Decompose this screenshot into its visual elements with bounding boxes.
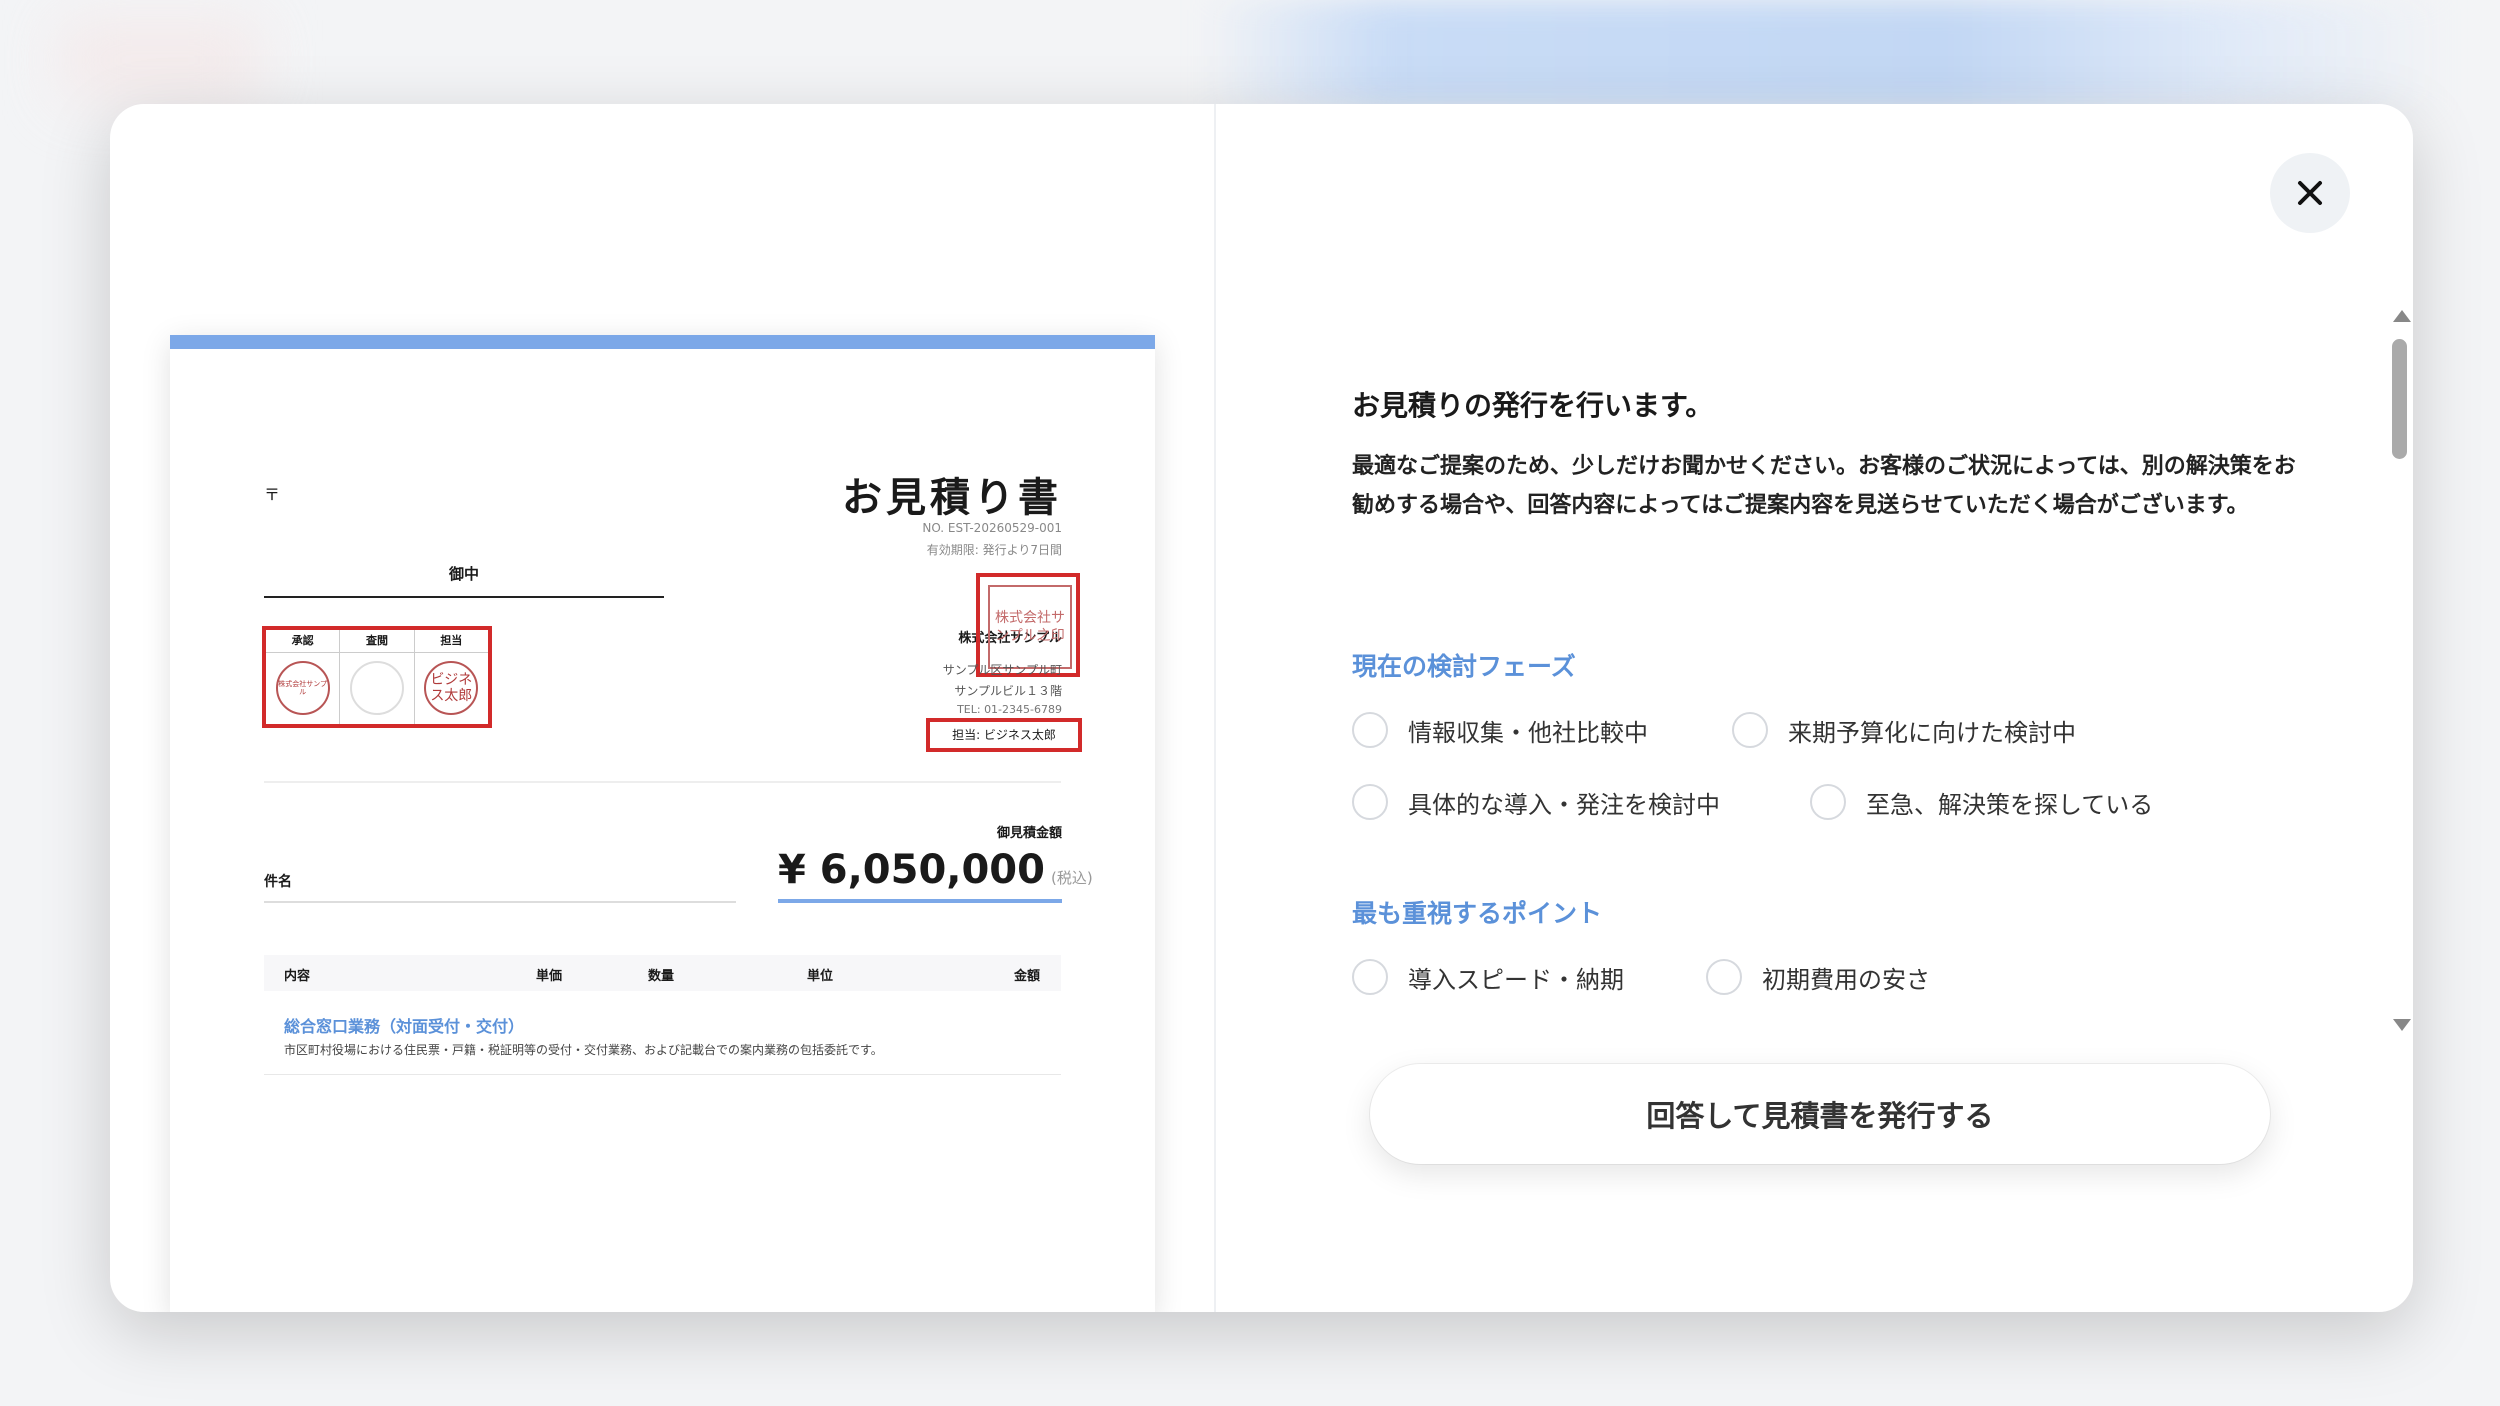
option-label: 情報収集・他社比較中 [1408,718,1648,747]
table-row-divider [264,1074,1061,1075]
charge-seal: ビジネス太郎 [424,661,479,715]
company-tel: TEL: 01-2345-6789 [957,703,1062,716]
approval-column: 承認 株式会社サンプル [266,630,341,724]
section-title-priority: 最も重視するポイント [1352,899,1603,928]
scroll-down-arrow[interactable] [2393,1019,2411,1031]
scrollbar-thumb[interactable] [2392,339,2407,459]
radio-button[interactable] [1706,959,1742,995]
scroll-up-arrow[interactable] [2393,310,2411,322]
amount-value: ¥ 6,050,000 [778,847,1045,893]
submit-button[interactable]: 回答して見積書を発行する [1370,1064,2270,1164]
subject-field: 件名 [264,871,736,903]
item-description: 市区町村役場における住民票・戸籍・税証明等の受付・交付業務、および記載台での案内… [284,1043,883,1057]
person-in-charge: 担当: ビジネス太郎 [926,718,1082,752]
option-label: 初期費用の安さ [1762,965,1930,994]
option-budgeting[interactable]: 来期予算化に向けた検討中 [1732,712,2076,748]
form-intro: 最適なご提案のため、少しだけお聞かせください。お客様のご状況によっては、別の解決… [1352,454,2296,518]
radio-button[interactable] [1732,712,1768,748]
amount-tax-note: (税込) [1050,869,1093,887]
close-button[interactable] [2270,153,2350,233]
radio-button[interactable] [1352,784,1388,820]
approval-stamp-table: 承認 株式会社サンプル 査閲 担当 ビジネス太郎 [262,626,492,728]
column-header-unit-price: 単価 [536,969,563,984]
approval-seal: 株式会社サンプル [275,661,330,715]
company-address-1: サンプル区サンプル町 [942,663,1062,677]
estimate-preview: 〒 お見積り書 NO. EST-20260529-001 有効期限: 発行より7… [170,335,1155,1312]
radio-button[interactable] [1352,712,1388,748]
company-seal: 株式会社サンプル之印 [988,585,1072,669]
column-header-quantity: 数量 [648,969,675,984]
estimate-modal: 〒 お見積り書 NO. EST-20260529-001 有効期限: 発行より7… [110,104,2413,1312]
estimate-amount: ¥ 6,050,000 (税込) [778,847,1093,903]
column-header-content: 内容 [284,969,311,984]
review-header: 査閲 [340,630,414,653]
recipient-suffix: 御中 [448,565,479,583]
option-label: 至急、解決策を探している [1866,790,2154,819]
amount-label: 御見積金額 [996,826,1062,841]
radio-button[interactable] [1810,784,1846,820]
option-urgent[interactable]: 至急、解決策を探している [1810,784,2153,820]
document-accent-bar [170,335,1155,349]
option-low-cost[interactable]: 初期費用の安さ [1706,959,1930,995]
company-address-2: サンプルビル１３階 [954,684,1062,698]
background-blur [60,20,260,100]
panel-divider [1214,104,1216,1312]
charge-column: 担当 ビジネス太郎 [414,630,488,724]
recipient-line: 御中 [264,560,664,598]
option-label: 来期予算化に向けた検討中 [1788,718,2076,747]
divider [264,781,1061,783]
postal-mark: 〒 [264,485,281,504]
document-title: お見積り書 [842,475,1062,521]
document-number: NO. EST-20260529-001 [922,521,1062,535]
background-header-blur [1200,0,2450,110]
option-considering-order[interactable]: 具体的な導入・発注を検討中 [1352,784,1720,820]
approval-header: 承認 [266,630,340,653]
close-icon [2298,181,2322,205]
radio-button[interactable] [1352,959,1388,995]
review-seal [349,661,404,715]
document-validity: 有効期限: 発行より7日間 [926,543,1062,557]
option-label: 導入スピード・納期 [1408,965,1624,994]
subject-label: 件名 [264,874,292,890]
section-title-phase: 現在の検討フェーズ [1352,652,1576,681]
option-label: 具体的な導入・発注を検討中 [1408,790,1720,819]
items-table-header: 内容 単価 数量 単位 金額 [264,955,1061,991]
charge-header: 担当 [414,630,488,653]
column-header-amount: 金額 [1014,969,1041,984]
option-speed[interactable]: 導入スピード・納期 [1352,959,1624,995]
option-info-gathering[interactable]: 情報収集・他社比較中 [1352,712,1648,748]
form-title: お見積りの発行を行います。 [1352,389,1714,422]
item-title: 総合窓口業務（対面受付・交付） [284,1017,525,1036]
column-header-unit: 単位 [807,969,834,984]
review-column: 査閲 [340,630,415,724]
